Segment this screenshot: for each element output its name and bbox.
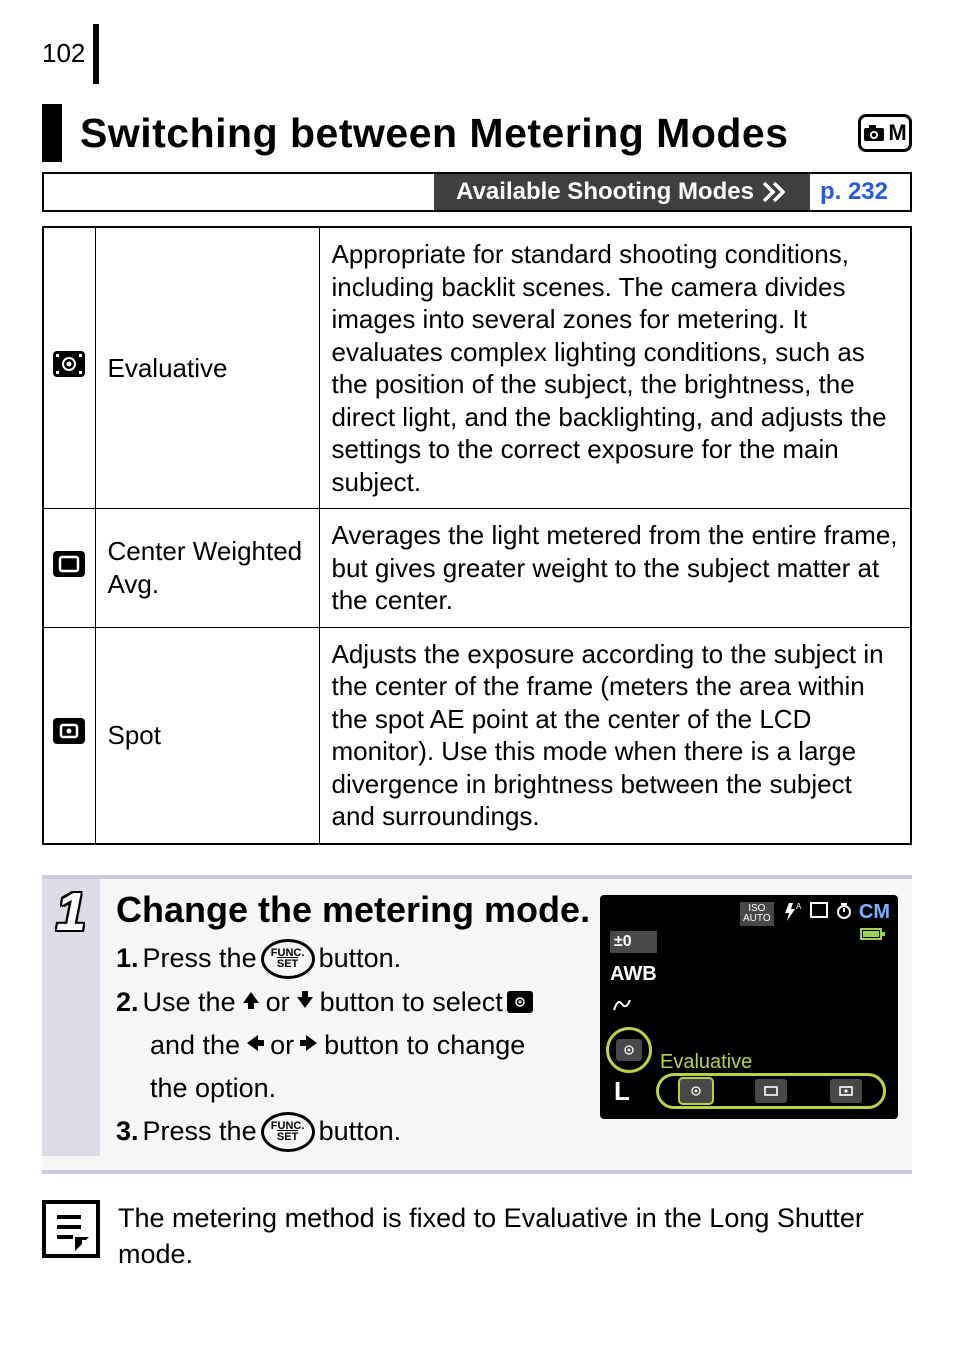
page-header: 102 [42,24,912,84]
mode-description: Adjusts the exposure according to the su… [319,627,911,844]
table-row: Evaluative Appropriate for standard shoo… [43,227,911,509]
substep-text: or [266,983,290,1022]
available-modes-label: Available Shooting Modes [456,178,754,206]
mode-m-label: M [888,120,906,146]
spot-metering-icon [52,717,86,753]
header-divider [93,24,99,84]
step-title: Change the metering mode. [116,889,592,931]
chevron-right-icon [762,181,788,203]
substep-number: 3. [116,1112,139,1151]
table-row: Spot Adjusts the exposure according to t… [43,627,911,844]
page-number: 102 [42,38,85,69]
step-number: 1 [56,881,86,943]
arrow-left-icon [244,1032,266,1059]
svg-text:A: A [796,902,802,911]
evaluative-metering-chip-icon [507,991,533,1013]
lcd-preview: ISOAUTO A CM [600,895,898,1119]
awb-icon: AWB [610,963,657,986]
substep-text: Press the [143,939,257,978]
section-accent-bar [42,104,62,162]
substep-text: Press the [143,1112,257,1151]
evaluative-metering-chip-icon [616,1039,642,1061]
mode-name: Spot [95,627,319,844]
func-set-button-icon: FUNC.SET [261,1112,315,1152]
camera-mode-badge: M [858,114,912,152]
center-weighted-option-icon [755,1079,787,1103]
arrow-right-icon [298,1032,320,1059]
substep-text: or [270,1026,294,1065]
table-row: Center Weighted Avg. Averages the light … [43,509,911,628]
spot-option-icon [830,1079,862,1103]
exposure-comp-icon: ±0 [610,931,657,953]
note-icon [42,1200,100,1258]
substep-text: and the [150,1026,240,1065]
step-block: 1 Change the metering mode. 1. Press the… [42,875,912,1174]
drive-single-icon [809,901,829,924]
metering-options-bar [656,1073,886,1109]
mode-name: Evaluative [95,227,319,509]
metering-mode-label: Evaluative [660,1051,752,1074]
available-modes-link[interactable]: p. 232 [810,174,910,210]
self-timer-icon [835,901,853,924]
mode-description: Appropriate for standard shooting condit… [319,227,911,509]
metering-selector-highlight [606,1027,652,1073]
substep-text: button to select [320,983,503,1022]
substep-text: button to change [324,1026,525,1065]
arrow-down-icon [294,989,316,1016]
metering-modes-table: Evaluative Appropriate for standard shoo… [42,226,912,845]
substep-text: button. [319,939,402,978]
available-modes-bar: Available Shooting Modes p. 232 [42,172,912,212]
substep-text: button. [319,1112,402,1151]
note-text: The metering method is fixed to Evaluati… [118,1200,912,1273]
center-weighted-metering-icon [52,550,86,586]
flash-auto-icon: A [780,901,802,928]
section-title: Switching between Metering Modes [80,110,789,157]
battery-icon [860,927,886,946]
func-set-button-icon: FUNC.SET [261,939,315,979]
evaluative-option-icon [680,1079,712,1103]
image-size-label: L [614,1076,630,1107]
substep-number: 2. [116,983,139,1022]
mode-name: Center Weighted Avg. [95,509,319,628]
evaluative-metering-icon [52,350,86,386]
substep-text: the option. [150,1069,276,1108]
arrow-up-icon [240,989,262,1016]
iso-auto-icon: ISOAUTO [740,902,774,926]
mode-cm-icon: CM [859,901,890,924]
mode-description: Averages the light metered from the enti… [319,509,911,628]
camera-icon [863,124,885,142]
substep-text: Use the [143,983,236,1022]
substep-number: 1. [116,939,139,978]
mycolors-off-icon [610,996,657,1019]
